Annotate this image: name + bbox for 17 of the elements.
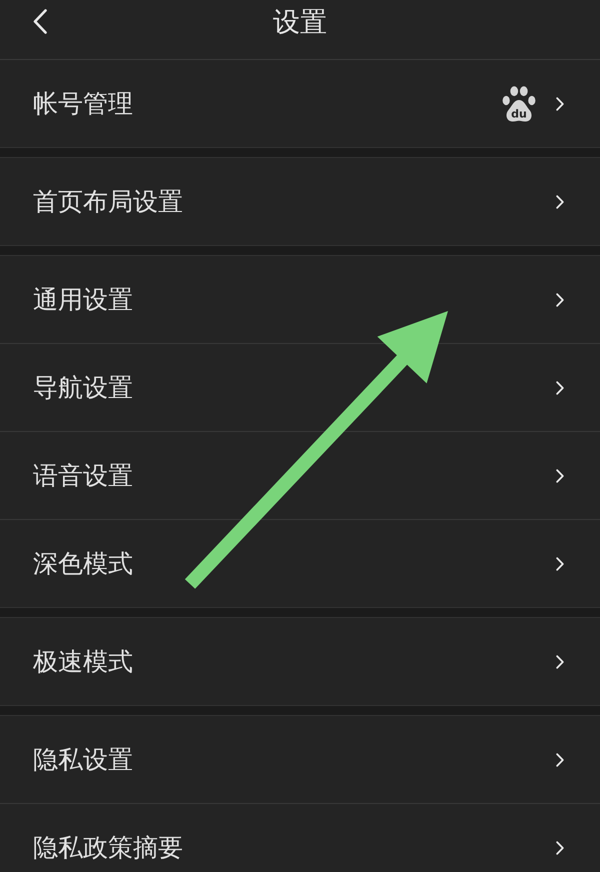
page-title: 设置 xyxy=(273,6,327,40)
settings-item[interactable]: 首页布局设置 xyxy=(0,158,600,245)
chevron-icon xyxy=(556,654,564,668)
settings-item[interactable]: 隐私政策摘要 xyxy=(0,803,600,872)
chevron-icon xyxy=(556,468,564,482)
settings-item[interactable]: 极速模式 xyxy=(0,618,600,705)
chevron-icon xyxy=(556,194,564,208)
chevron-icon xyxy=(556,380,564,394)
chevron-icon xyxy=(556,556,564,570)
chevron-icon xyxy=(556,752,564,766)
settings-item[interactable]: 帐号管理 du xyxy=(0,60,600,147)
chevron-icon xyxy=(556,840,564,854)
settings-item[interactable]: 通用设置 xyxy=(0,256,600,343)
chevron-icon xyxy=(556,292,564,306)
settings-item[interactable]: 隐私设置 xyxy=(0,716,600,803)
back-icon[interactable] xyxy=(33,9,47,34)
chevron-icon xyxy=(556,96,564,110)
